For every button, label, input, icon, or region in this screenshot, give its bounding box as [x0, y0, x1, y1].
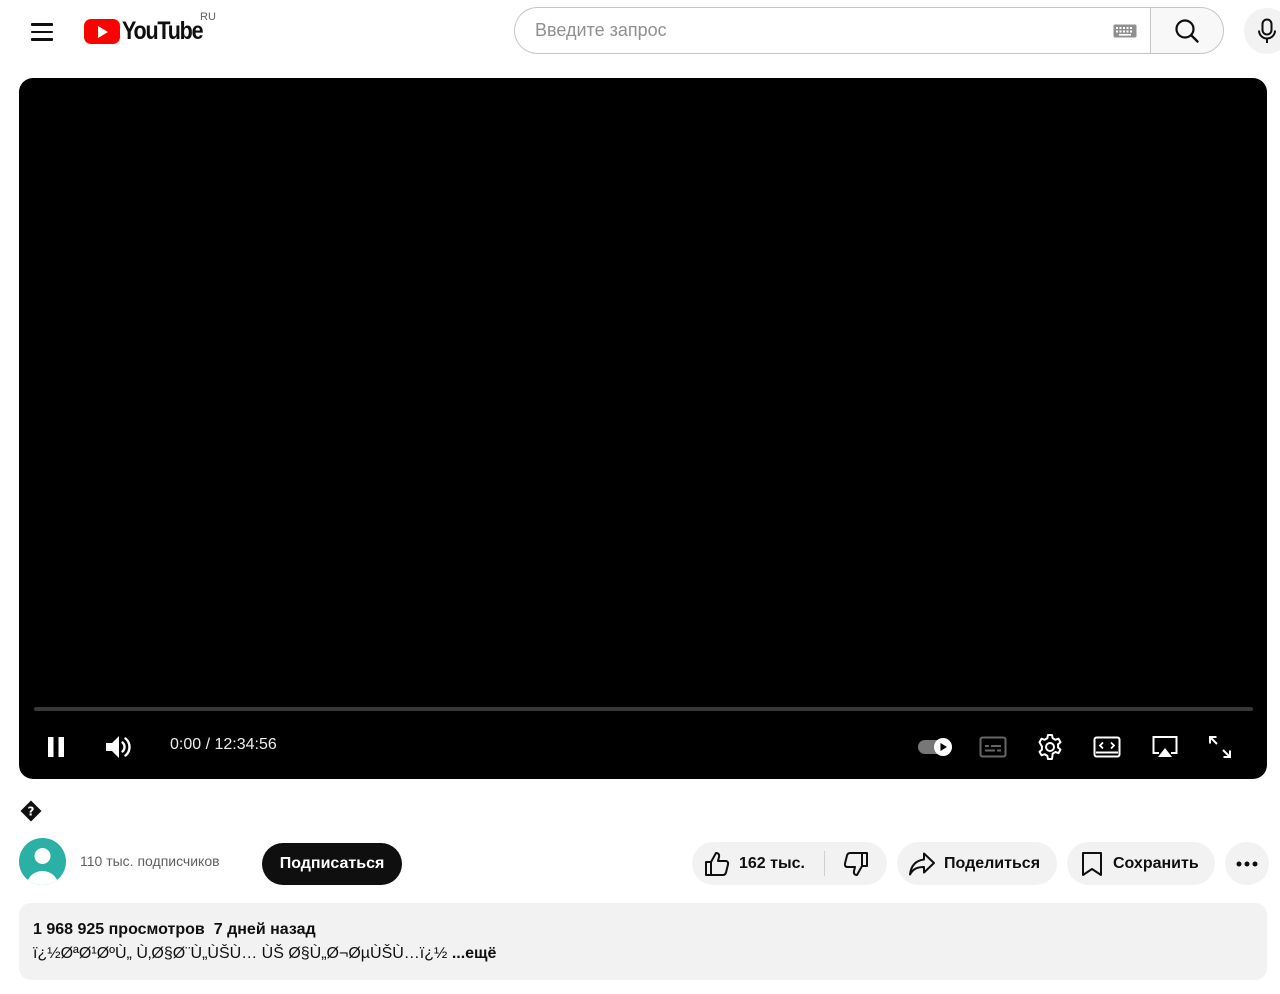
volume-button[interactable]	[101, 730, 135, 764]
description-meta: 1 968 925 просмотров 7 дней назад	[33, 921, 325, 939]
thumbs-up-icon	[705, 851, 730, 876]
autoplay-toggle-icon	[918, 738, 952, 756]
menu-icon[interactable]	[22, 14, 62, 50]
theater-mode-icon	[1093, 736, 1121, 758]
progress-bar[interactable]	[34, 707, 1253, 711]
description-body: ï¿½ØªØ¹ØºÙ„ Ù‚Ø§Ø¨Ù„ÙŠÙ… ÙŠ Ø§Ù„Ø¬ØµÙŠÙ……	[33, 945, 448, 962]
upload-date: 7 дней назад	[213, 921, 316, 938]
more-actions-button[interactable]	[1225, 842, 1269, 885]
share-label: Поделиться	[944, 854, 1041, 872]
masthead: YouTube RU	[0, 0, 1280, 64]
search-icon	[1175, 18, 1199, 43]
unknown-glyph-icon: ?	[20, 800, 42, 822]
search-box	[514, 7, 1150, 54]
autoplay-toggle[interactable]	[917, 734, 955, 760]
volume-icon	[106, 736, 131, 758]
fullscreen-button[interactable]	[1205, 732, 1235, 762]
description-box[interactable]: 1 968 925 просмотров 7 дней назад ï¿½ØªØ¹…	[19, 903, 1267, 980]
airplay-icon	[1152, 736, 1178, 757]
pause-icon	[48, 737, 64, 757]
settings-button[interactable]	[1035, 732, 1065, 762]
theater-mode-button[interactable]	[1091, 733, 1123, 761]
youtube-play-icon	[84, 18, 120, 44]
thumbs-down-icon	[843, 851, 868, 876]
subscribe-button[interactable]: Подписаться	[262, 843, 402, 885]
keyboard-icon[interactable]	[1113, 24, 1137, 38]
search-input[interactable]	[535, 8, 1095, 53]
voice-search-button[interactable]	[1244, 8, 1280, 54]
pause-button[interactable]	[41, 732, 71, 762]
youtube-logo[interactable]: YouTube	[84, 16, 215, 46]
video-player[interactable]: 0:00 / 12:34:56	[19, 78, 1267, 779]
fullscreen-icon	[1209, 736, 1231, 758]
current-time: 0:00	[170, 736, 202, 753]
time-separator: /	[201, 736, 215, 753]
share-button[interactable]: Поделиться	[897, 842, 1057, 885]
duration: 12:34:56	[214, 736, 277, 753]
logo-text: YouTube	[122, 16, 204, 45]
like-button[interactable]: 162 тыс.	[692, 842, 824, 885]
subtitles-icon	[979, 736, 1007, 758]
like-count: 162 тыс.	[739, 854, 805, 872]
show-more-link[interactable]: ...ещё	[452, 945, 497, 962]
region-code: RU	[200, 11, 216, 23]
cast-button[interactable]	[1149, 733, 1181, 761]
view-count: 1 968 925 просмотров	[33, 921, 205, 938]
bookmark-icon	[1082, 851, 1102, 876]
svg-text:?: ?	[28, 805, 35, 819]
save-button[interactable]: Сохранить	[1067, 842, 1215, 885]
microphone-icon	[1258, 18, 1276, 43]
avatar-icon	[27, 848, 58, 885]
dislike-button[interactable]	[825, 842, 887, 885]
description-text: ï¿½ØªØ¹ØºÙ„ Ù‚Ø§Ø¨Ù„ÙŠÙ… ÙŠ Ø§Ù„Ø¬ØµÙŠÙ……	[33, 945, 496, 963]
search-button[interactable]	[1150, 7, 1224, 54]
channel-avatar[interactable]	[19, 838, 66, 885]
subtitles-button[interactable]	[977, 734, 1009, 760]
save-label: Сохранить	[1113, 854, 1199, 872]
more-horizontal-icon	[1236, 861, 1258, 866]
gear-icon	[1038, 734, 1062, 760]
like-dislike-group: 162 тыс.	[692, 842, 887, 885]
subscriber-count: 110 тыс. подписчиков	[80, 853, 220, 869]
time-display: 0:00 / 12:34:56	[170, 736, 277, 754]
share-icon	[909, 852, 935, 875]
